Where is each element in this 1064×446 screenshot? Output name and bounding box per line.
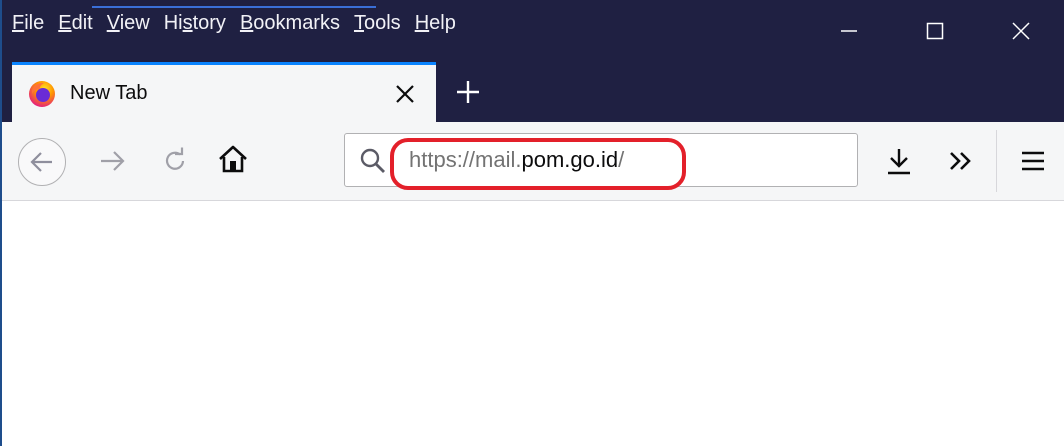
browser-window: File Edit View History Bookmarks Tools H… <box>0 0 1064 446</box>
tab-new-tab[interactable]: New Tab <box>12 62 436 122</box>
menu-history[interactable]: History <box>164 12 226 35</box>
download-icon <box>888 149 910 175</box>
chevron-double-right-icon <box>950 152 971 170</box>
menu-list: File Edit View History Bookmarks Tools H… <box>12 12 470 35</box>
new-tab-button[interactable] <box>448 74 488 110</box>
menu-file[interactable]: File <box>12 12 44 35</box>
tab-title: New Tab <box>70 82 148 104</box>
plus-icon <box>457 81 479 103</box>
tab-close-icon[interactable] <box>392 81 418 107</box>
back-arrow-icon <box>30 152 52 172</box>
tab-strip: New Tab <box>2 62 1064 122</box>
reload-icon <box>165 147 185 170</box>
top-link-underline <box>92 0 376 8</box>
url-prefix: https://mail. <box>409 147 522 172</box>
hamburger-menu-icon <box>1022 151 1044 171</box>
maximize-icon <box>926 22 944 40</box>
toolbar-separator <box>996 130 997 192</box>
window-controls <box>806 0 1064 62</box>
url-bar[interactable]: https://mail.pom.go.id/ <box>344 133 858 187</box>
search-icon <box>360 148 385 173</box>
forward-button[interactable] <box>96 144 130 178</box>
firefox-logo-icon <box>29 81 55 107</box>
back-button[interactable] <box>18 138 66 186</box>
reload-button[interactable] <box>158 144 192 178</box>
url-domain: pom.go.id <box>521 147 619 172</box>
menu-tools[interactable]: Tools <box>354 12 401 35</box>
menu-edit[interactable]: Edit <box>58 12 92 35</box>
main-menu-button[interactable] <box>1016 144 1050 178</box>
overflow-button[interactable] <box>944 144 978 178</box>
menu-help[interactable]: Help <box>415 12 456 35</box>
home-button[interactable] <box>216 142 250 176</box>
menu-bookmarks[interactable]: Bookmarks <box>240 12 340 35</box>
minimize-button[interactable] <box>806 0 892 62</box>
minimize-icon <box>841 30 857 32</box>
menu-view[interactable]: View <box>107 12 150 35</box>
close-icon <box>1012 22 1030 40</box>
menu-bar: File Edit View History Bookmarks Tools H… <box>2 0 1064 62</box>
navigation-toolbar: https://mail.pom.go.id/ <box>2 122 1064 201</box>
downloads-button[interactable] <box>882 144 916 178</box>
url-suffix: / <box>618 147 625 172</box>
page-content <box>2 201 1064 446</box>
home-icon <box>219 145 247 173</box>
maximize-button[interactable] <box>892 0 978 62</box>
forward-arrow-icon <box>101 151 125 171</box>
close-window-button[interactable] <box>978 0 1064 62</box>
url-text[interactable]: https://mail.pom.go.id/ <box>409 147 624 173</box>
